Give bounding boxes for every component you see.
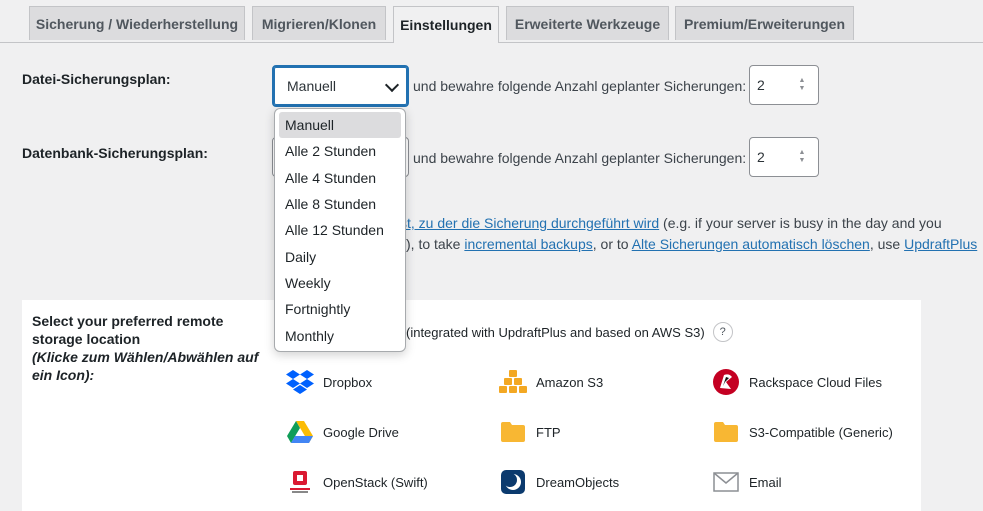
file-schedule-label: Datei-Sicherungsplan: <box>22 71 171 87</box>
tab-migrate-clone[interactable]: Migrieren/Klonen <box>252 6 386 40</box>
database-schedule-label: Datenbank-Sicherungsplan: <box>22 145 208 161</box>
file-retain-value: 2 <box>757 77 765 93</box>
tab-bar: Sicherung / Wiederherstellung Migrieren/… <box>0 0 983 43</box>
file-schedule-value: Manuell <box>287 78 337 94</box>
tab-premium-extensions[interactable]: Premium/Erweiterungen <box>675 6 854 40</box>
rackspace-icon <box>712 368 740 396</box>
file-schedule-select[interactable]: Manuell <box>272 65 409 107</box>
dropdown-option-weekly[interactable]: Weekly <box>279 270 401 296</box>
dropdown-option-monthly[interactable]: Monthly <box>279 322 401 348</box>
dropdown-option-12h[interactable]: Alle 12 Stunden <box>279 217 401 243</box>
email-icon <box>712 468 740 496</box>
provider-label: Rackspace Cloud Files <box>749 374 882 390</box>
spinner-icon[interactable]: ▲ ▼ <box>796 77 808 93</box>
remote-storage-hint: (Klicke zum Wählen/Abwählen auf ein Icon… <box>32 349 259 383</box>
tab-advanced-tools[interactable]: Erweiterte Werkzeuge <box>506 6 669 40</box>
dropdown-option-2h[interactable]: Alle 2 Stunden <box>279 138 401 164</box>
incremental-backups-link[interactable]: incremental backups <box>464 236 592 252</box>
database-retain-text: und bewahre folgende Anzahl geplanter Si… <box>413 150 747 166</box>
provider-label: S3-Compatible (Generic) <box>749 424 893 440</box>
dropbox-icon <box>286 368 314 396</box>
dreamobjects-icon <box>499 468 527 496</box>
provider-dreamobjects[interactable]: DreamObjects <box>499 468 619 496</box>
database-retain-input[interactable]: 2 ▲ ▼ <box>749 137 819 177</box>
spinner-icon[interactable]: ▲ ▼ <box>796 149 808 165</box>
info-text: ), to take <box>406 236 465 252</box>
dropdown-option-manuell[interactable]: Manuell <box>279 112 401 139</box>
provider-email[interactable]: Email <box>712 468 782 496</box>
remote-storage-title: Select your preferred remote storage loc… <box>32 312 262 384</box>
provider-label: OpenStack (Swift) <box>323 474 428 490</box>
schedule-info-line-1: st, zu der die Sicherung durchgeführt wi… <box>400 213 942 234</box>
provider-s3-compatible[interactable]: S3-Compatible (Generic) <box>712 418 893 446</box>
schedule-info-line-2: ), to take incremental backups, or to Al… <box>406 234 977 255</box>
provider-label: DreamObjects <box>536 474 620 490</box>
provider-label: Dropbox <box>323 374 373 390</box>
provider-amazon-s3[interactable]: Amazon S3 <box>499 368 603 396</box>
remote-storage-panel: Select your preferred remote storage loc… <box>22 300 921 511</box>
provider-dropbox[interactable]: Dropbox <box>286 368 372 396</box>
dropdown-option-daily[interactable]: Daily <box>279 243 401 269</box>
tab-backup-restore[interactable]: Sicherung / Wiederherstellung <box>29 6 245 40</box>
help-icon[interactable]: ? <box>712 322 733 342</box>
provider-label: Amazon S3 <box>536 374 604 390</box>
info-text: , use <box>869 236 905 252</box>
file-retain-text: und bewahre folgende Anzahl geplanter Si… <box>413 78 747 94</box>
provider-label: Google Drive <box>323 424 399 440</box>
provider-ftp[interactable]: FTP <box>499 418 561 446</box>
schedule-time-link[interactable]: st, zu der die Sicherung durchgeführt wi… <box>400 215 659 231</box>
provider-google-drive[interactable]: Google Drive <box>286 418 399 446</box>
info-text: (e.g. if your server is busy in the day … <box>659 215 942 231</box>
tab-settings[interactable]: Einstellungen <box>393 6 499 43</box>
auto-delete-link[interactable]: Alte Sicherungen automatisch löschen <box>632 236 870 252</box>
updraftplus-link[interactable]: UpdraftPlus <box>904 236 977 252</box>
provider-rackspace[interactable]: Rackspace Cloud Files <box>712 368 882 396</box>
google-drive-icon <box>286 418 314 446</box>
s3-intro-text: (integrated with UpdraftPlus and based o… <box>406 324 705 340</box>
provider-label: Email <box>749 474 782 490</box>
amazon-s3-icon <box>499 368 527 396</box>
dropdown-option-4h[interactable]: Alle 4 Stunden <box>279 165 401 191</box>
info-text: , or to <box>592 236 632 252</box>
provider-label: FTP <box>536 424 561 440</box>
remote-storage-heading: Select your preferred remote storage loc… <box>32 313 224 347</box>
folder-icon <box>712 418 740 446</box>
s3-intro: (integrated with UpdraftPlus and based o… <box>406 322 733 342</box>
dropdown-option-fortnightly[interactable]: Fortnightly <box>279 296 401 322</box>
chevron-down-icon <box>384 77 400 93</box>
database-retain-value: 2 <box>757 149 765 165</box>
file-retain-input[interactable]: 2 ▲ ▼ <box>749 65 819 105</box>
dropdown-option-8h[interactable]: Alle 8 Stunden <box>279 191 401 217</box>
provider-openstack[interactable]: OpenStack (Swift) <box>286 468 428 496</box>
folder-icon <box>499 418 527 446</box>
schedule-dropdown-list: Manuell Alle 2 Stunden Alle 4 Stunden Al… <box>274 108 406 352</box>
openstack-icon <box>286 468 314 496</box>
